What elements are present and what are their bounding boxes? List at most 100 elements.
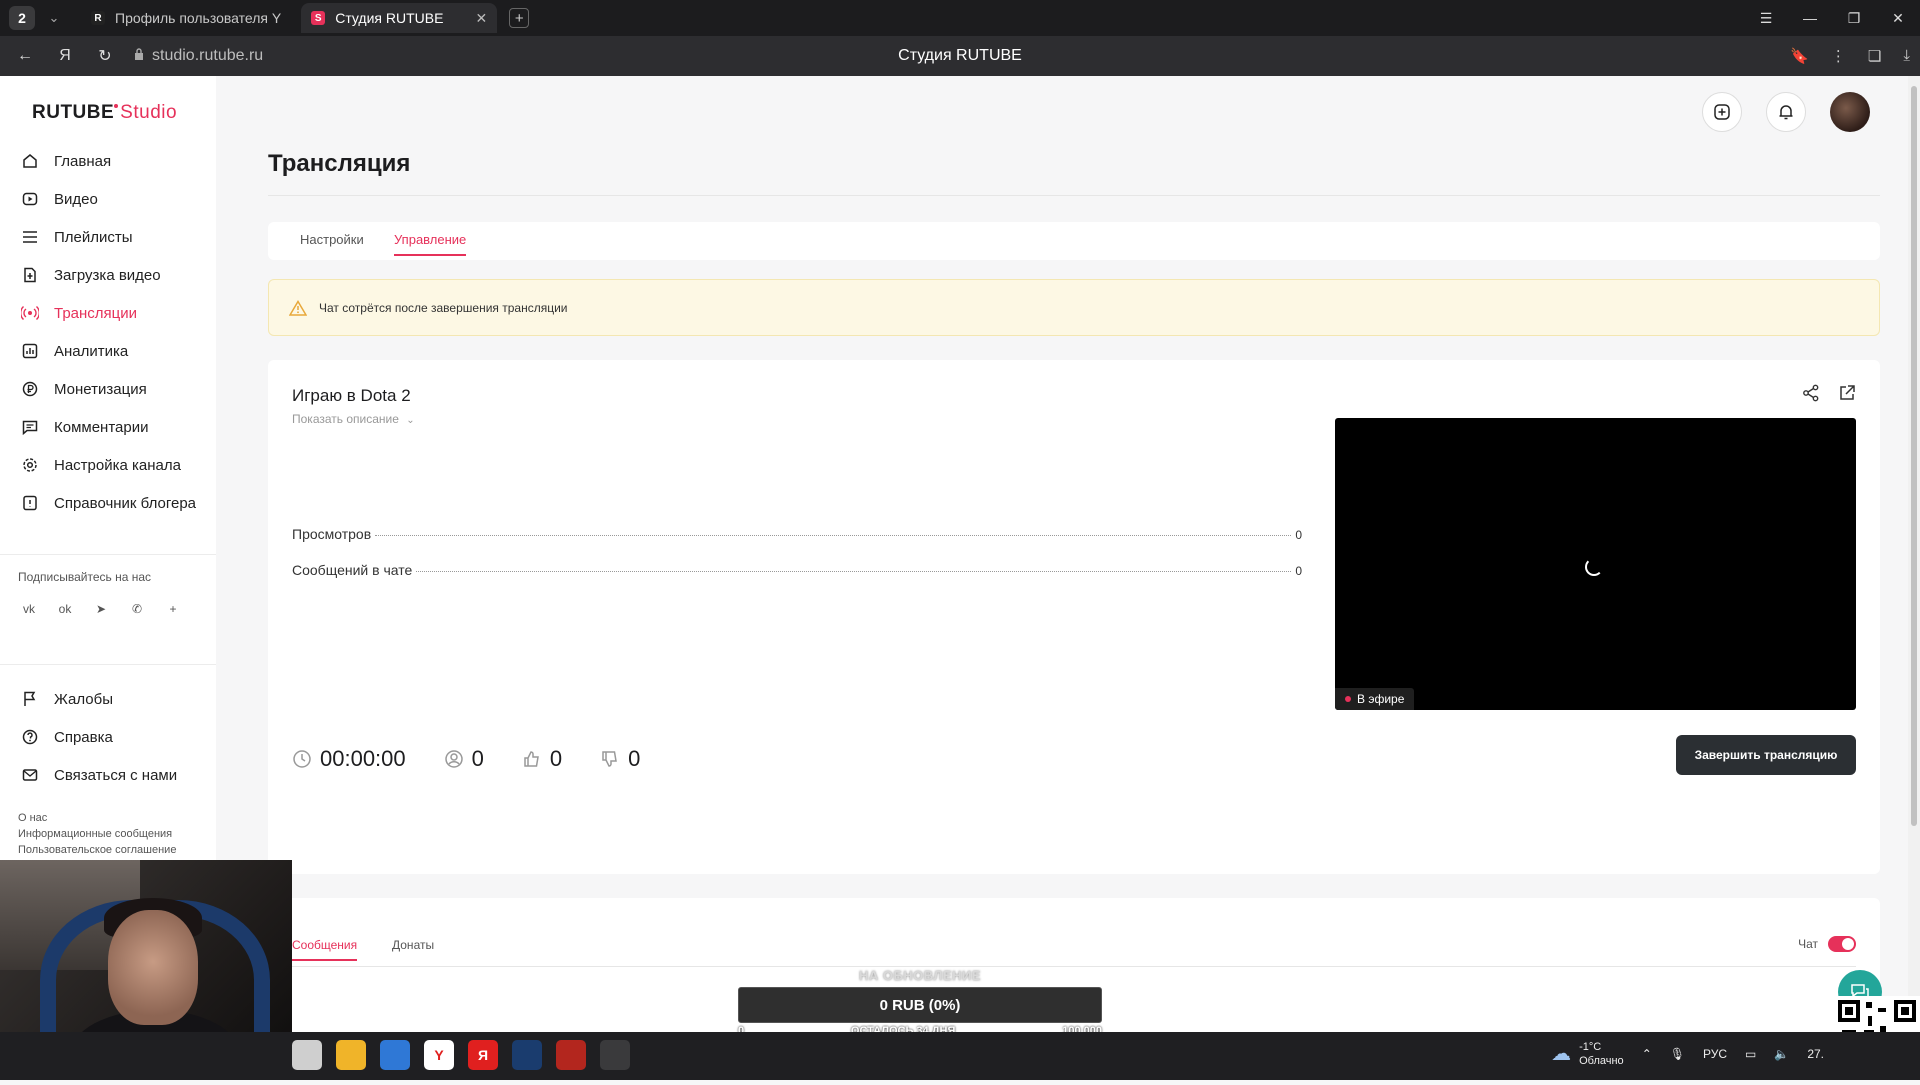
sidebar-item-playlists[interactable]: Плейлисты bbox=[0, 218, 216, 256]
sidebar-item-monetization[interactable]: Монетизация bbox=[0, 370, 216, 408]
sidebar-item-broadcasts[interactable]: Трансляции bbox=[0, 294, 216, 332]
yandex-browser-icon[interactable]: Y bbox=[424, 1040, 454, 1070]
footer-link-info[interactable]: Информационные сообщения bbox=[18, 826, 176, 842]
collections-icon[interactable]: ❏ bbox=[1868, 47, 1881, 65]
yandex-icon[interactable]: Я bbox=[468, 1040, 498, 1070]
avatar[interactable] bbox=[1830, 92, 1870, 132]
scrollbar-thumb[interactable] bbox=[1911, 86, 1917, 826]
network-icon[interactable]: ▭ bbox=[1745, 1047, 1756, 1061]
clock[interactable]: 27. bbox=[1807, 1047, 1824, 1061]
book-icon bbox=[20, 493, 40, 513]
download-icon[interactable]: ⤓ bbox=[1903, 47, 1910, 65]
address-bar: ← Я ↻ studio.rutube.ru Студия RUTUBE 🔖 ⋮… bbox=[0, 36, 1920, 76]
more-icon[interactable]: ⋮ bbox=[1831, 47, 1846, 65]
stat-value: 0 bbox=[1295, 528, 1302, 542]
sidebar-item-help[interactable]: Справка bbox=[0, 718, 216, 756]
metric-likes: 0 bbox=[522, 746, 562, 772]
tab-label: Студия RUTUBE bbox=[335, 10, 444, 26]
sidebar-item-label: Справка bbox=[54, 728, 113, 746]
menu-icon[interactable]: ☰ bbox=[1744, 10, 1788, 27]
url-text: studio.rutube.ru bbox=[152, 47, 264, 64]
microphone-icon[interactable]: 🎙 bbox=[1670, 1047, 1685, 1061]
telegram-icon[interactable]: ➤ bbox=[90, 598, 112, 620]
taskbar-apps: Y Я bbox=[292, 1040, 630, 1070]
yandex-icon[interactable]: Я bbox=[50, 47, 80, 65]
weather-widget[interactable]: ☁ -1°C Облачно bbox=[1551, 1040, 1624, 1068]
title-divider bbox=[268, 195, 1880, 196]
gear-icon bbox=[20, 455, 40, 475]
footer-link-about[interactable]: О нас bbox=[18, 810, 176, 826]
stat-chat-messages: Сообщений в чате 0 bbox=[292, 562, 1302, 578]
viber-icon[interactable]: ✆ bbox=[126, 598, 148, 620]
external-link-icon[interactable] bbox=[1838, 384, 1856, 402]
stat-views: Просмотров 0 bbox=[292, 526, 1302, 542]
playlist-icon bbox=[20, 227, 40, 247]
tab-list-chevron-icon[interactable]: ⌄ bbox=[43, 10, 65, 26]
notifications-button[interactable] bbox=[1766, 92, 1806, 132]
tab-settings[interactable]: Настройки bbox=[300, 232, 364, 247]
sidebar-item-upload[interactable]: Загрузка видео bbox=[0, 256, 216, 294]
tab-counter[interactable]: 2 bbox=[9, 6, 35, 30]
minimize-icon[interactable]: — bbox=[1788, 10, 1832, 26]
tab-management[interactable]: Управление bbox=[394, 232, 467, 256]
sidebar-item-contact[interactable]: Связаться с нами bbox=[0, 756, 216, 794]
show-description-toggle[interactable]: Показать описание ⌄ bbox=[292, 412, 415, 426]
page-scrollbar[interactable] bbox=[1908, 76, 1920, 1032]
tray-chevron-icon[interactable]: ⌃ bbox=[1642, 1047, 1652, 1061]
sidebar-item-label: Комментарии bbox=[54, 418, 149, 436]
volume-icon[interactable]: 🔈 bbox=[1774, 1047, 1789, 1061]
chat-toggle[interactable] bbox=[1828, 936, 1856, 952]
close-tab-icon[interactable]: ✕ bbox=[475, 10, 487, 27]
reload-icon[interactable]: ↻ bbox=[90, 46, 120, 66]
close-window-icon[interactable]: ✕ bbox=[1876, 10, 1920, 27]
dotted-leader bbox=[375, 535, 1292, 536]
new-tab-button[interactable]: + bbox=[509, 8, 530, 28]
dota-icon[interactable] bbox=[556, 1040, 586, 1070]
sidebar-item-blogger-guide[interactable]: Справочник блогера bbox=[0, 484, 216, 522]
browser-tab-bar: 2 ⌄ R Профиль пользователя Y S Студия RU… bbox=[0, 0, 1920, 36]
share-icon[interactable] bbox=[1802, 384, 1820, 402]
sidebar-item-label: Трансляции bbox=[54, 304, 138, 322]
task-view-icon[interactable] bbox=[292, 1040, 322, 1070]
sidebar-item-channel-settings[interactable]: Настройка канала bbox=[0, 446, 216, 484]
file-explorer-icon[interactable] bbox=[336, 1040, 366, 1070]
sidebar-item-label: Загрузка видео bbox=[54, 266, 161, 284]
live-badge: В эфире bbox=[1335, 688, 1415, 710]
window-controls: ☰ — ❐ ✕ bbox=[1744, 0, 1920, 36]
logo-brand: RUTUBE bbox=[32, 102, 115, 123]
sidebar-item-analytics[interactable]: Аналитика bbox=[0, 332, 216, 370]
broadcast-icon bbox=[20, 303, 40, 323]
browser-tab-studio[interactable]: S Студия RUTUBE ✕ bbox=[301, 3, 498, 33]
plus-icon[interactable]: + bbox=[162, 598, 184, 620]
chat-warning-banner: Чат сотрётся после завершения трансляции bbox=[268, 279, 1880, 336]
loading-spinner-icon bbox=[1585, 558, 1603, 576]
vk-icon[interactable]: vk bbox=[18, 598, 40, 620]
sidebar-item-video[interactable]: Видео bbox=[0, 180, 216, 218]
browser-tab-profile[interactable]: R Профиль пользователя Y bbox=[81, 3, 291, 33]
tab-donations[interactable]: Донаты bbox=[392, 938, 434, 952]
bookmark-icon[interactable]: 🔖 bbox=[1790, 47, 1809, 65]
sidebar-item-comments[interactable]: Комментарии bbox=[0, 408, 216, 446]
tab-messages[interactable]: Сообщения bbox=[292, 938, 358, 961]
url-field[interactable]: studio.rutube.ru bbox=[134, 47, 263, 65]
stat-label: Сообщений в чате bbox=[292, 562, 413, 578]
rutube-studio-logo[interactable]: RUTUBE Studio bbox=[32, 102, 177, 124]
dotted-leader bbox=[416, 571, 1292, 572]
back-icon[interactable]: ← bbox=[10, 47, 40, 65]
metric-viewers: 0 bbox=[444, 746, 484, 772]
chat-divider bbox=[292, 966, 1856, 967]
end-broadcast-button[interactable]: Завершить трансляцию bbox=[1676, 735, 1856, 775]
video-player[interactable]: В эфире bbox=[1335, 418, 1856, 710]
sidebar-item-label: Монетизация bbox=[54, 380, 147, 398]
sidebar-item-complaints[interactable]: Жалобы bbox=[0, 680, 216, 718]
store-icon[interactable] bbox=[380, 1040, 410, 1070]
language-indicator[interactable]: РУС bbox=[1703, 1047, 1727, 1061]
restore-icon[interactable]: ❐ bbox=[1832, 10, 1876, 27]
footer-link-agreement[interactable]: Пользовательское соглашение bbox=[18, 842, 176, 858]
obs-icon[interactable] bbox=[600, 1040, 630, 1070]
system-tray: ☁ -1°C Облачно ⌃ 🎙 РУС ▭ 🔈 27. bbox=[1551, 1040, 1824, 1068]
ok-icon[interactable]: ok bbox=[54, 598, 76, 620]
sidebar-item-home[interactable]: Главная bbox=[0, 142, 216, 180]
steam-icon[interactable] bbox=[512, 1040, 542, 1070]
create-button[interactable] bbox=[1702, 92, 1742, 132]
